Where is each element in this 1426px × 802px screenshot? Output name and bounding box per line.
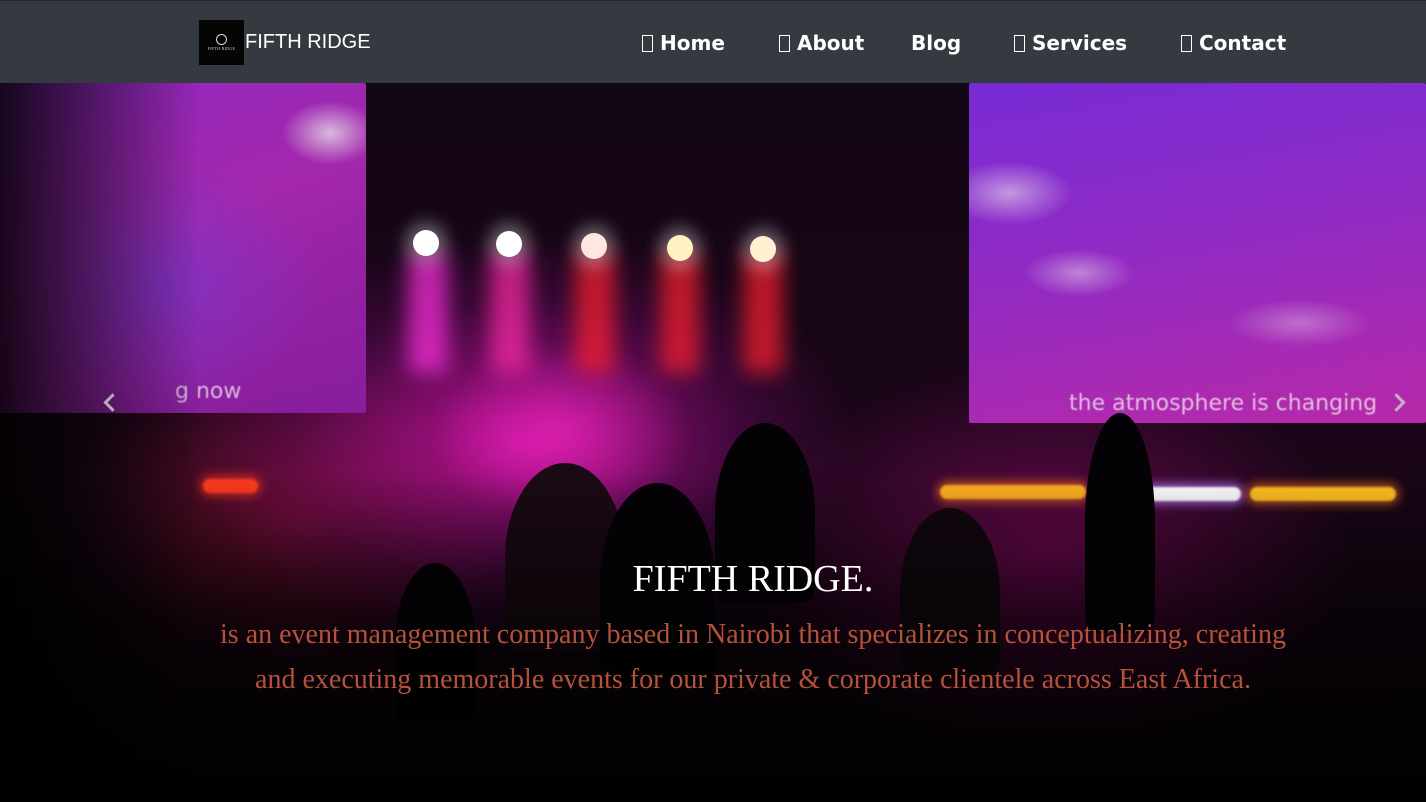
light-beam bbox=[408, 253, 448, 373]
light-beam bbox=[743, 253, 783, 373]
stage-light bbox=[667, 235, 693, 261]
contact-icon bbox=[1181, 35, 1192, 52]
nav-contact-link[interactable]: Contact bbox=[1181, 29, 1286, 57]
navbar: FIFTH RIDGE FIFTH RIDGE Home About Blog … bbox=[0, 0, 1426, 83]
services-icon bbox=[1014, 35, 1025, 52]
hero-title: FIFTH RIDGE. bbox=[632, 558, 874, 600]
screen-right-text: the atmosphere is changing bbox=[1069, 391, 1378, 416]
nav-blog-link[interactable]: Blog bbox=[911, 29, 961, 57]
nav-blog-label: Blog bbox=[911, 31, 962, 55]
carousel-prev-button[interactable] bbox=[95, 385, 125, 419]
stage-light bbox=[413, 230, 439, 256]
stage-light bbox=[581, 233, 607, 259]
info-icon bbox=[779, 35, 790, 52]
nav-services-link[interactable]: Services bbox=[1014, 29, 1127, 57]
chevron-left-icon bbox=[103, 392, 122, 412]
home-icon bbox=[642, 35, 653, 52]
nav-about-link[interactable]: About bbox=[779, 29, 864, 57]
hero-description: is an event management company based in … bbox=[220, 619, 1286, 695]
nav-services-label: Services bbox=[1032, 31, 1128, 55]
stage-screen-right: the atmosphere is changing bbox=[969, 83, 1426, 423]
nav-links: Home About Blog Services Contact bbox=[0, 1, 1426, 84]
chevron-right-icon bbox=[1387, 392, 1406, 412]
stage-light bbox=[496, 231, 522, 257]
nav-contact-label: Contact bbox=[1199, 31, 1287, 55]
nav-home-label: Home bbox=[660, 31, 725, 55]
light-beam bbox=[575, 253, 615, 373]
nav-home-link[interactable]: Home bbox=[642, 29, 725, 57]
stage-light bbox=[750, 236, 776, 262]
hero-carousel: g now the atmosphere is changing FIFTH R… bbox=[0, 83, 1426, 802]
light-beam bbox=[490, 253, 530, 373]
nav-about-label: About bbox=[797, 31, 865, 55]
light-beam bbox=[660, 253, 700, 373]
hero-caption: FIFTH RIDGE. is an event management comp… bbox=[213, 556, 1293, 702]
carousel-next-button[interactable] bbox=[1384, 385, 1414, 419]
